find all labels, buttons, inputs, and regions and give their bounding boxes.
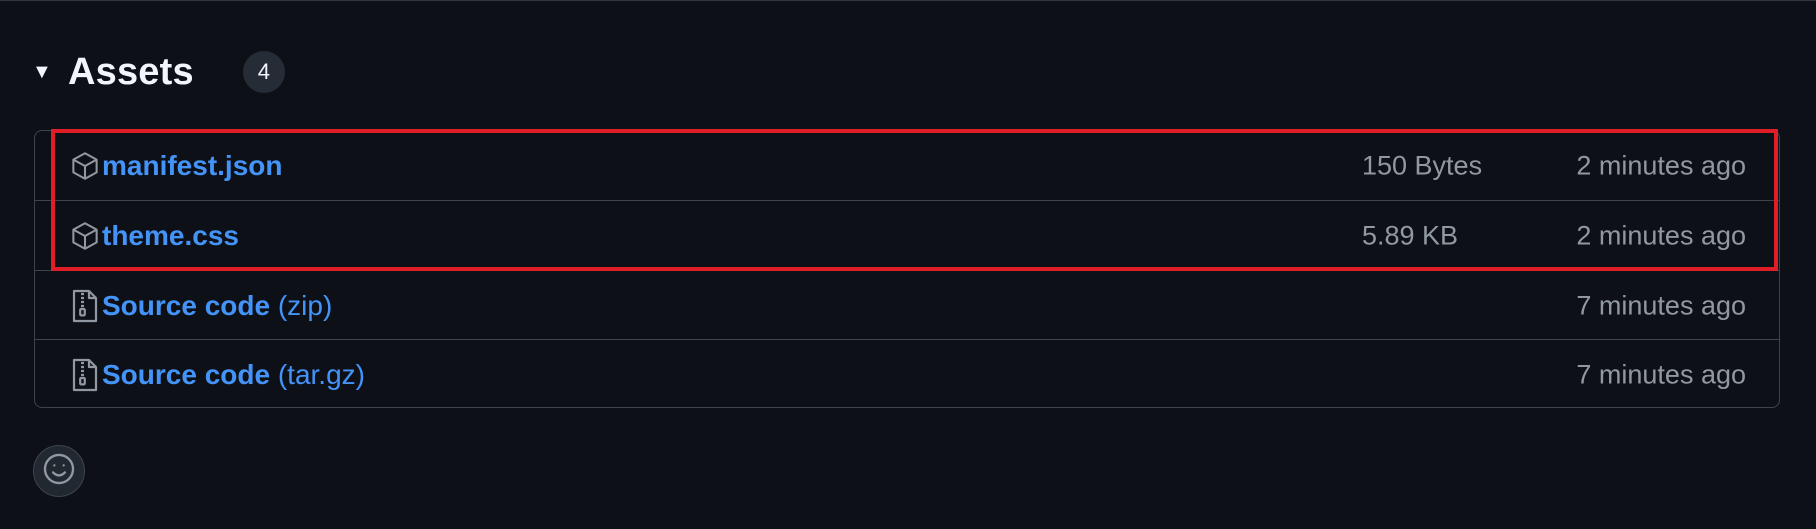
top-border — [0, 0, 1816, 1]
asset-link-source-zip[interactable]: Source code (zip) — [102, 290, 332, 322]
asset-time: 2 minutes ago — [1576, 220, 1746, 250]
asset-link-source-targz[interactable]: Source code (tar.gz) — [102, 359, 365, 391]
asset-row-source-targz: Source code (tar.gz) 7 minutes ago — [35, 339, 1779, 409]
asset-size: 150 Bytes — [1362, 150, 1483, 180]
asset-time: 2 minutes ago — [1576, 150, 1746, 180]
assets-header: ▼ Assets 4 — [32, 44, 285, 100]
file-zip-icon — [69, 289, 101, 323]
asset-row-manifest: manifest.json 150 Bytes 2 minutes ago — [35, 131, 1779, 200]
asset-time: 7 minutes ago — [1576, 359, 1746, 389]
asset-time: 7 minutes ago — [1576, 290, 1746, 320]
asset-size: 5.89 KB — [1362, 220, 1459, 250]
asset-link-manifest[interactable]: manifest.json — [102, 150, 282, 182]
asset-link-theme[interactable]: theme.css — [102, 220, 239, 252]
assets-count-badge: 4 — [242, 51, 285, 93]
add-reaction-button[interactable] — [33, 445, 85, 497]
file-zip-icon — [69, 358, 101, 392]
collapse-toggle-icon[interactable]: ▼ — [32, 62, 68, 82]
package-icon — [69, 219, 101, 253]
asset-row-source-zip: Source code (zip) 7 minutes ago — [35, 270, 1779, 340]
package-icon — [69, 149, 101, 183]
smiley-icon — [42, 452, 76, 491]
asset-row-theme: theme.css 5.89 KB 2 minutes ago — [35, 200, 1779, 270]
assets-list: manifest.json 150 Bytes 2 minutes ago th… — [34, 130, 1780, 408]
assets-title: Assets — [68, 50, 194, 93]
